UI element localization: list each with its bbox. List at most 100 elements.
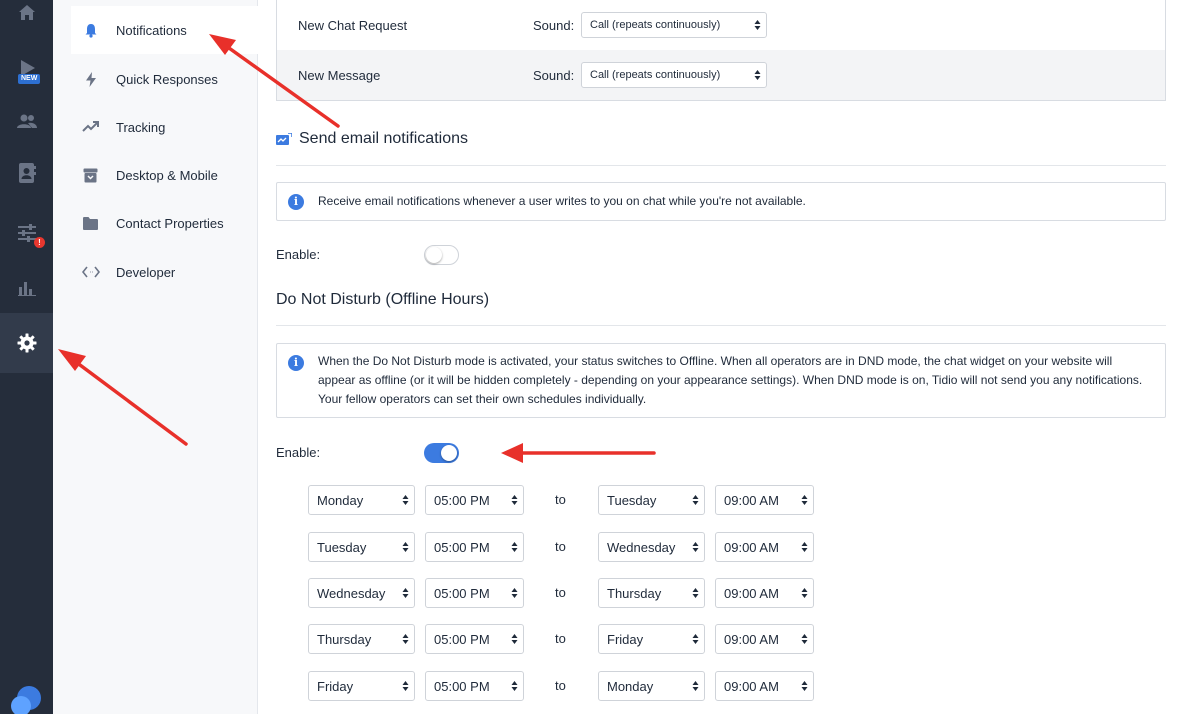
select-arrows-icon [402,681,409,691]
from-day-select[interactable]: Tuesday [308,532,415,562]
from-day-select[interactable]: Friday [308,671,415,701]
notifications-settings-panel: New Chat Request Sound: Call (repeats co… [258,0,1200,714]
to-day-select[interactable]: Thursday [598,578,705,608]
sound-row-name: New Message [298,67,381,83]
select-arrows-icon [801,542,808,552]
select-value: Monday [317,492,364,508]
from-day-select[interactable]: Wednesday [308,578,415,608]
select-arrows-icon [801,634,808,644]
info-icon: i [288,355,304,371]
new-chat-sound-select[interactable]: Call (repeats continuously) [581,12,767,38]
sound-label: Sound: [533,17,575,33]
select-arrows-icon [511,588,518,598]
to-time-select[interactable]: 09:00 AM [715,532,814,562]
settings-nav-button[interactable] [0,313,53,373]
section-divider [276,325,1166,326]
select-value: 05:00 PM [434,539,490,555]
dnd-toggle[interactable] [424,443,459,463]
to-time-select[interactable]: 09:00 AM [715,624,814,654]
sound-label: Sound: [533,67,575,83]
select-arrows-icon [692,681,699,691]
submenu-item-label: Tracking [116,119,166,135]
schedule-row: Thursday 05:00 PM to Friday 09:00 AM [258,624,1200,654]
info-icon: i [288,194,304,210]
select-arrows-icon [402,634,409,644]
select-value: Thursday [607,585,662,601]
to-day-select[interactable]: Wednesday [598,532,705,562]
select-value: 09:00 AM [724,492,779,508]
tidio-logo [11,686,41,714]
schedule-row: Monday 05:00 PM to Tuesday 09:00 AM [258,485,1200,515]
from-day-select[interactable]: Thursday [308,624,415,654]
email-info-box: i Receive email notifications whenever a… [276,182,1166,221]
contacts-nav-button[interactable] [0,151,53,195]
select-arrows-icon [511,542,518,552]
select-arrows-icon [511,681,518,691]
dnd-section-title: Do Not Disturb (Offline Hours) [276,291,490,308]
from-time-select[interactable]: 05:00 PM [425,624,524,654]
sound-row-name: New Chat Request [298,17,408,33]
to-label: to [555,678,566,693]
to-time-select[interactable]: 09:00 AM [715,671,814,701]
archive-icon [83,168,98,182]
select-arrows-icon [801,588,808,598]
select-value: 05:00 PM [434,631,490,647]
submenu-item-label: Quick Responses [116,71,218,87]
select-value: Friday [317,678,354,694]
analytics-nav-button[interactable] [0,266,53,310]
submenu-item-developer[interactable]: Developer [71,248,258,296]
submenu-item-contact-properties[interactable]: Contact Properties [71,199,258,247]
to-day-select[interactable]: Tuesday [598,485,705,515]
settings-submenu: Notifications Quick Responses Tracking D… [53,0,258,714]
email-section-title: Send email notifications [299,130,468,147]
select-value: 05:00 PM [434,492,490,508]
bell-icon [85,23,96,38]
select-value: 09:00 AM [724,678,779,694]
dnd-enable-label: Enable: [276,445,321,460]
to-day-select[interactable]: Monday [598,671,705,701]
submenu-item-quick-responses[interactable]: Quick Responses [71,55,258,103]
home-nav-button[interactable] [0,0,53,34]
dnd-info-box: i When the Do Not Disturb mode is activa… [276,343,1166,418]
select-value: Thursday [317,631,372,647]
email-notifications-toggle[interactable] [424,245,459,265]
submenu-item-label: Notifications [116,22,187,38]
select-value: Call (repeats continuously) [590,19,721,31]
from-time-select[interactable]: 05:00 PM [425,578,524,608]
select-value: Wednesday [317,585,386,601]
visitors-nav-button[interactable] [0,99,53,143]
to-time-select[interactable]: 09:00 AM [715,485,814,515]
select-value: 05:00 PM [434,678,490,694]
users-icon [16,114,37,128]
submenu-item-tracking[interactable]: Tracking [71,103,258,151]
section-divider [276,165,1166,166]
to-time-select[interactable]: 09:00 AM [715,578,814,608]
code-icon [81,266,100,278]
from-day-select[interactable]: Monday [308,485,415,515]
submenu-item-desktop-mobile[interactable]: Desktop & Mobile [71,151,258,199]
lightning-icon [85,71,96,87]
select-value: 05:00 PM [434,585,490,601]
from-time-select[interactable]: 05:00 PM [425,532,524,562]
from-time-select[interactable]: 05:00 PM [425,485,524,515]
to-label: to [555,492,566,507]
submenu-item-notifications[interactable]: Notifications [71,6,258,54]
schedule-row: Friday 05:00 PM to Monday 09:00 AM [258,671,1200,701]
from-time-select[interactable]: 05:00 PM [425,671,524,701]
new-message-sound-select[interactable]: Call (repeats continuously) [581,62,767,88]
sound-settings-table: New Chat Request Sound: Call (repeats co… [276,0,1166,101]
to-day-select[interactable]: Friday [598,624,705,654]
select-arrows-icon [692,542,699,552]
select-value: Monday [607,678,654,694]
email-chart-icon [276,133,292,145]
folder-icon [83,216,98,230]
select-arrows-icon [511,634,518,644]
to-label: to [555,631,566,646]
select-arrows-icon [801,495,808,505]
to-label: to [555,539,566,554]
trend-icon [81,121,99,132]
automation-nav-button[interactable] [0,210,53,254]
select-value: 09:00 AM [724,585,779,601]
select-arrows-icon [402,542,409,552]
select-arrows-icon [754,20,761,30]
